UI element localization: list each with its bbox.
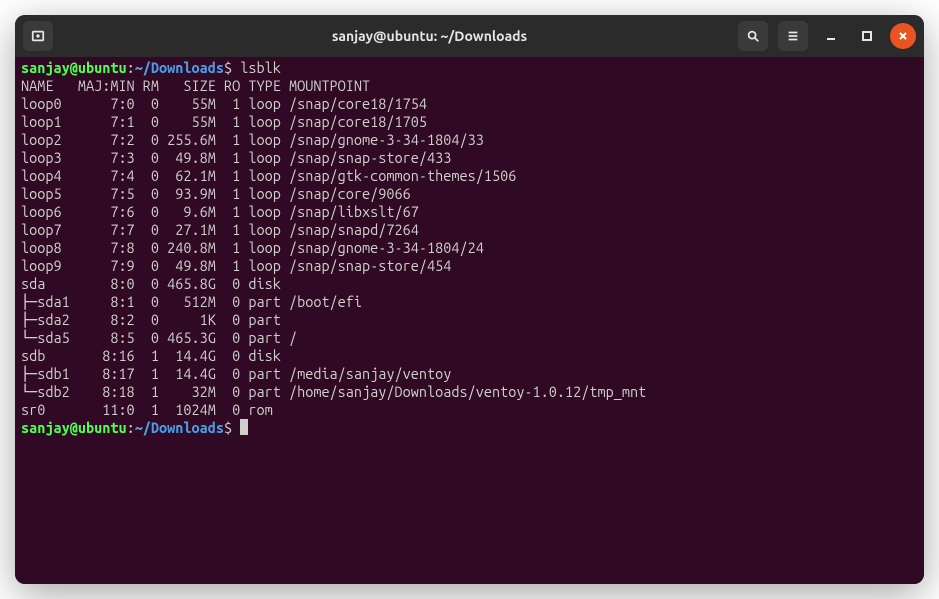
terminal-body[interactable]: sanjay@ubuntu:~/Downloads$ lsblkNAME MAJ… [15,57,924,584]
lsblk-row: ├─sda2 8:2 0 1K 0 part [21,311,918,329]
search-icon [746,29,760,43]
prompt-userhost: sanjay@ubuntu [21,59,127,76]
hamburger-menu-button[interactable] [778,21,808,51]
lsblk-row: loop3 7:3 0 49.8M 1 loop /snap/snap-stor… [21,149,918,167]
lsblk-row: ├─sda1 8:1 0 512M 0 part /boot/efi [21,293,918,311]
lsblk-row: loop5 7:5 0 93.9M 1 loop /snap/core/9066 [21,185,918,203]
prompt-dollar: $ [224,59,232,76]
new-tab-icon [31,29,45,43]
command-text: lsblk [240,59,281,76]
lsblk-row: └─sdb2 8:18 1 32M 0 part /home/sanjay/Do… [21,383,918,401]
lsblk-row: sda 8:0 0 465.8G 0 disk [21,275,918,293]
prompt-path: ~/Downloads [135,419,224,436]
prompt-colon: : [127,59,135,76]
prompt-userhost: sanjay@ubuntu [21,419,127,436]
new-tab-button[interactable] [23,21,53,51]
terminal-window: sanjay@ubuntu: ~/Downloads sanjay@ubuntu… [15,15,924,584]
lsblk-row: loop9 7:9 0 49.8M 1 loop /snap/snap-stor… [21,257,918,275]
lsblk-row: loop4 7:4 0 62.1M 1 loop /snap/gtk-commo… [21,167,918,185]
window-title: sanjay@ubuntu: ~/Downloads [163,28,696,44]
maximize-button[interactable] [854,23,880,49]
prompt-path: ~/Downloads [135,59,224,76]
lsblk-row: └─sda5 8:5 0 465.3G 0 part / [21,329,918,347]
prompt-dollar: $ [224,419,232,436]
prompt-line-1: sanjay@ubuntu:~/Downloads$ lsblk [21,59,918,77]
lsblk-row: loop1 7:1 0 55M 1 loop /snap/core18/1705 [21,113,918,131]
maximize-icon [861,30,873,42]
lsblk-row: loop0 7:0 0 55M 1 loop /snap/core18/1754 [21,95,918,113]
close-button[interactable] [890,23,916,49]
close-icon [897,30,909,42]
minimize-button[interactable] [818,23,844,49]
lsblk-row: ├─sdb1 8:17 1 14.4G 0 part /media/sanjay… [21,365,918,383]
lsblk-row: sr0 11:0 1 1024M 0 rom [21,401,918,419]
lsblk-row: loop8 7:8 0 240.8M 1 loop /snap/gnome-3-… [21,239,918,257]
minimize-icon [825,30,837,42]
cursor [240,419,248,435]
search-button[interactable] [738,21,768,51]
titlebar: sanjay@ubuntu: ~/Downloads [15,15,924,57]
lsblk-row: loop2 7:2 0 255.6M 1 loop /snap/gnome-3-… [21,131,918,149]
lsblk-row: sdb 8:16 1 14.4G 0 disk [21,347,918,365]
hamburger-icon [786,29,800,43]
lsblk-row: loop7 7:7 0 27.1M 1 loop /snap/snapd/726… [21,221,918,239]
prompt-colon: : [127,419,135,436]
lsblk-row: loop6 7:6 0 9.6M 1 loop /snap/libxslt/67 [21,203,918,221]
lsblk-header: NAME MAJ:MIN RM SIZE RO TYPE MOUNTPOINT [21,77,918,95]
prompt-line-2: sanjay@ubuntu:~/Downloads$ [21,419,918,437]
